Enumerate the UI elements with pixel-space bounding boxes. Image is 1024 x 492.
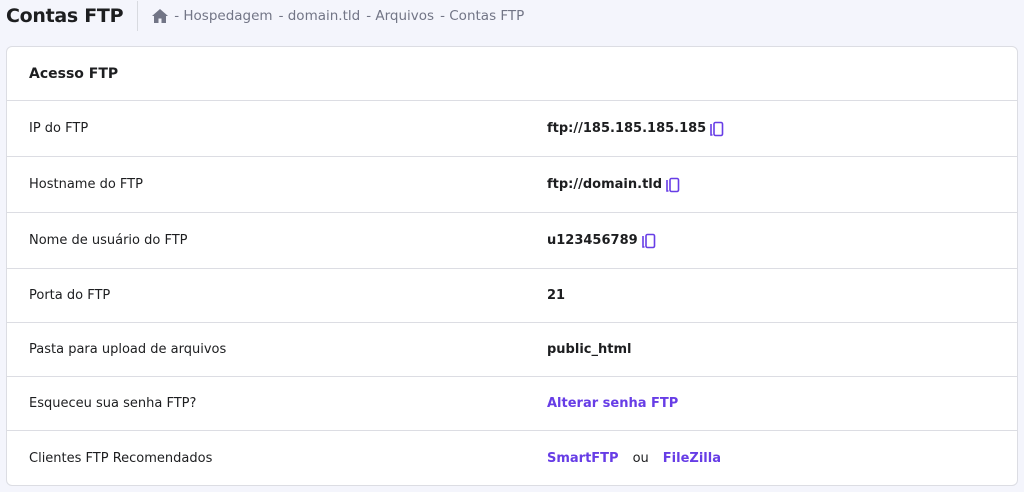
row-ftp-hostname: Hostname do FTP ftp://domain.tld [7, 157, 1017, 213]
ftp-ip-value: ftp://185.185.185.185 [547, 121, 707, 136]
row-forgot-password: Esqueceu sua senha FTP? Alterar senha FT… [7, 377, 1017, 431]
filezilla-link[interactable]: FileZilla [663, 451, 721, 466]
row-ftp-port: Porta do FTP 21 [7, 269, 1017, 323]
page-title: Contas FTP [6, 5, 124, 27]
row-label: Clientes FTP Recomendados [29, 451, 213, 466]
breadcrumb-domain[interactable]: - domain.tld [279, 8, 361, 24]
breadcrumb-arquivos[interactable]: - Arquivos [366, 8, 434, 24]
breadcrumb-contas-ftp: - Contas FTP [440, 8, 525, 24]
ftp-port-value: 21 [547, 288, 566, 303]
row-label: Pasta para upload de arquivos [29, 342, 227, 357]
ftp-access-card: Acesso FTP IP do FTP ftp://185.185.185.1… [6, 46, 1018, 486]
home-icon[interactable] [152, 9, 169, 23]
row-ftp-username: Nome de usuário do FTP u123456789 [7, 213, 1017, 269]
ftp-username-value: u123456789 [547, 233, 638, 248]
breadcrumb: - Hospedagem - domain.tld - Arquivos - C… [152, 8, 530, 24]
row-label: Porta do FTP [29, 288, 111, 303]
copy-icon[interactable] [666, 177, 680, 193]
divider [137, 1, 139, 31]
copy-icon[interactable] [710, 121, 724, 137]
row-upload-folder: Pasta para upload de arquivos public_htm… [7, 323, 1017, 377]
card-title: Acesso FTP [7, 47, 1017, 101]
row-recommended-clients: Clientes FTP Recomendados SmartFTP ou Fi… [7, 431, 1017, 486]
row-label: IP do FTP [29, 121, 89, 136]
row-label: Nome de usuário do FTP [29, 233, 188, 248]
ftp-hostname-value: ftp://domain.tld [547, 177, 663, 192]
smartftp-link[interactable]: SmartFTP [547, 451, 619, 466]
page-header: Contas FTP - Hospedagem - domain.tld - A… [6, 0, 530, 32]
row-ftp-ip: IP do FTP ftp://185.185.185.185 [7, 101, 1017, 157]
row-label: Esqueceu sua senha FTP? [29, 396, 197, 411]
copy-icon[interactable] [641, 233, 656, 249]
change-ftp-password-link[interactable]: Alterar senha FTP [547, 396, 678, 411]
breadcrumb-hospedagem[interactable]: - Hospedagem [174, 8, 272, 24]
or-text: ou [632, 451, 649, 466]
upload-folder-value: public_html [547, 342, 632, 357]
row-label: Hostname do FTP [29, 177, 143, 192]
